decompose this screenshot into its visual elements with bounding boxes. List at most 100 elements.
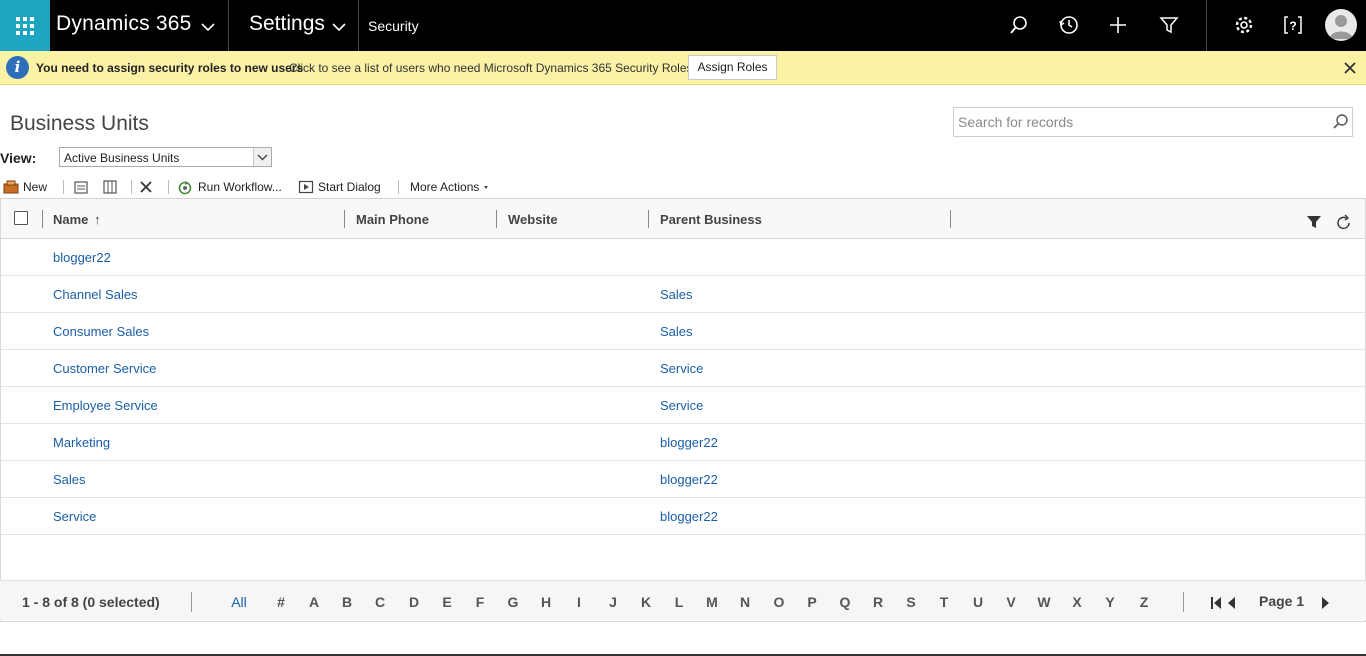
row-parent-link[interactable]: blogger22 bbox=[660, 472, 718, 487]
table-row[interactable]: blogger22 bbox=[1, 239, 1365, 276]
letter-filter[interactable]: H bbox=[531, 594, 561, 610]
letter-filter[interactable]: F bbox=[465, 594, 495, 610]
help-icon[interactable]: ? bbox=[1281, 13, 1305, 37]
letter-filter-all[interactable]: All bbox=[224, 594, 254, 610]
activate-button[interactable] bbox=[102, 177, 118, 197]
workflow-icon bbox=[178, 180, 192, 194]
letter-filter[interactable]: O bbox=[764, 594, 794, 610]
next-page-icon[interactable] bbox=[1320, 594, 1332, 612]
table-row[interactable]: Channel Sales Sales bbox=[1, 276, 1365, 313]
row-name-link[interactable]: Marketing bbox=[53, 435, 110, 450]
table-row[interactable]: Sales blogger22 bbox=[1, 461, 1365, 498]
letter-filter[interactable]: # bbox=[266, 594, 296, 610]
letter-filter[interactable]: K bbox=[631, 594, 661, 610]
more-actions-button[interactable]: More Actions bbox=[406, 177, 493, 197]
letter-filter[interactable]: U bbox=[963, 594, 993, 610]
area-selector[interactable]: Settings bbox=[249, 12, 325, 36]
row-name-link[interactable]: Sales bbox=[53, 472, 86, 487]
letter-filter[interactable]: Y bbox=[1095, 594, 1125, 610]
dropdown-button[interactable] bbox=[253, 148, 271, 166]
close-icon[interactable] bbox=[1341, 59, 1359, 77]
delete-button[interactable] bbox=[138, 177, 154, 197]
letter-filter[interactable]: N bbox=[730, 594, 760, 610]
svg-text:?: ? bbox=[1289, 19, 1296, 33]
app-launcher-button[interactable] bbox=[0, 0, 50, 51]
table-row[interactable]: Service blogger22 bbox=[1, 498, 1365, 535]
row-name-link[interactable]: blogger22 bbox=[53, 250, 111, 265]
letter-filter[interactable]: I bbox=[564, 594, 594, 610]
first-page-icon[interactable] bbox=[1209, 594, 1223, 612]
row-name-link[interactable]: Consumer Sales bbox=[53, 324, 149, 339]
row-name-link[interactable]: Service bbox=[53, 509, 96, 524]
letter-filter[interactable]: L bbox=[664, 594, 694, 610]
column-divider bbox=[42, 210, 43, 228]
column-divider[interactable] bbox=[648, 210, 649, 228]
row-parent-link[interactable]: blogger22 bbox=[660, 509, 718, 524]
new-button[interactable]: New bbox=[3, 177, 47, 197]
chevron-down-icon[interactable] bbox=[329, 16, 349, 36]
letter-filter[interactable]: J bbox=[598, 594, 628, 610]
breadcrumb[interactable]: Security bbox=[368, 18, 419, 34]
view-selector[interactable]: Active Business Units bbox=[59, 147, 272, 167]
edit-button[interactable] bbox=[73, 177, 89, 197]
info-icon: i bbox=[6, 56, 29, 79]
column-header-name-label: Name bbox=[53, 212, 89, 227]
table-row[interactable]: Marketing blogger22 bbox=[1, 424, 1365, 461]
search-input[interactable] bbox=[958, 112, 1328, 132]
search-icon[interactable] bbox=[1332, 113, 1350, 131]
row-parent-link[interactable]: Service bbox=[660, 398, 703, 413]
letter-filter[interactable]: X bbox=[1062, 594, 1092, 610]
row-name-link[interactable]: Employee Service bbox=[53, 398, 158, 413]
letter-filter[interactable]: T bbox=[929, 594, 959, 610]
new-button-label: New bbox=[23, 180, 48, 194]
column-header-parent-business[interactable]: Parent Business bbox=[660, 212, 762, 227]
column-divider[interactable] bbox=[344, 210, 345, 228]
row-parent-link[interactable]: blogger22 bbox=[660, 435, 718, 450]
letter-filter[interactable]: A bbox=[299, 594, 329, 610]
filter-icon[interactable] bbox=[1305, 213, 1323, 231]
letter-filter[interactable]: R bbox=[863, 594, 893, 610]
row-name-link[interactable]: Channel Sales bbox=[53, 287, 138, 302]
letter-filter[interactable]: B bbox=[332, 594, 362, 610]
letter-filter[interactable]: D bbox=[399, 594, 429, 610]
notification-message[interactable]: Click to see a list of users who need Mi… bbox=[289, 61, 696, 75]
previous-page-icon[interactable] bbox=[1225, 594, 1237, 612]
letter-filter[interactable]: W bbox=[1029, 594, 1059, 610]
column-divider[interactable] bbox=[950, 210, 951, 228]
run-workflow-button[interactable]: Run Workflow... bbox=[177, 177, 282, 197]
create-plus-icon[interactable] bbox=[1106, 13, 1130, 37]
letter-filter[interactable]: V bbox=[996, 594, 1026, 610]
table-row[interactable]: Customer Service Service bbox=[1, 350, 1365, 387]
table-row[interactable]: Employee Service Service bbox=[1, 387, 1365, 424]
column-header-main-phone[interactable]: Main Phone bbox=[356, 212, 429, 227]
letter-filter[interactable]: M bbox=[697, 594, 727, 610]
letter-filter[interactable]: C bbox=[365, 594, 395, 610]
row-parent-link[interactable]: Service bbox=[660, 361, 703, 376]
row-name-link[interactable]: Customer Service bbox=[53, 361, 156, 376]
letter-filter[interactable]: S bbox=[896, 594, 926, 610]
app-name[interactable]: Dynamics 365 bbox=[56, 12, 191, 36]
column-divider[interactable] bbox=[496, 210, 497, 228]
letter-filter[interactable]: G bbox=[498, 594, 528, 610]
select-all-checkbox[interactable] bbox=[14, 211, 28, 225]
table-row[interactable]: Consumer Sales Sales bbox=[1, 313, 1365, 350]
row-parent-link[interactable]: Sales bbox=[660, 287, 693, 302]
search-icon[interactable] bbox=[1007, 13, 1031, 37]
avatar[interactable] bbox=[1325, 9, 1357, 41]
refresh-icon[interactable] bbox=[1335, 214, 1353, 232]
letter-filter[interactable]: E bbox=[432, 594, 462, 610]
search-records-box[interactable] bbox=[953, 107, 1353, 137]
recent-history-icon[interactable] bbox=[1057, 13, 1081, 37]
grid-footer: 1 - 8 of 8 (0 selected) All # A B C D E … bbox=[0, 580, 1366, 620]
row-parent-link[interactable]: Sales bbox=[660, 324, 693, 339]
chevron-down-icon[interactable] bbox=[198, 16, 218, 36]
column-header-website[interactable]: Website bbox=[508, 212, 558, 227]
assign-roles-button[interactable]: Assign Roles bbox=[688, 55, 777, 80]
advanced-find-filter-icon[interactable] bbox=[1157, 13, 1181, 37]
column-header-name[interactable]: Name ↑ bbox=[53, 212, 101, 227]
start-dialog-button[interactable]: Start Dialog bbox=[298, 177, 381, 197]
letter-filter[interactable]: Q bbox=[830, 594, 860, 610]
letter-filter[interactable]: Z bbox=[1129, 594, 1159, 610]
letter-filter[interactable]: P bbox=[797, 594, 827, 610]
gear-icon[interactable] bbox=[1232, 13, 1256, 37]
